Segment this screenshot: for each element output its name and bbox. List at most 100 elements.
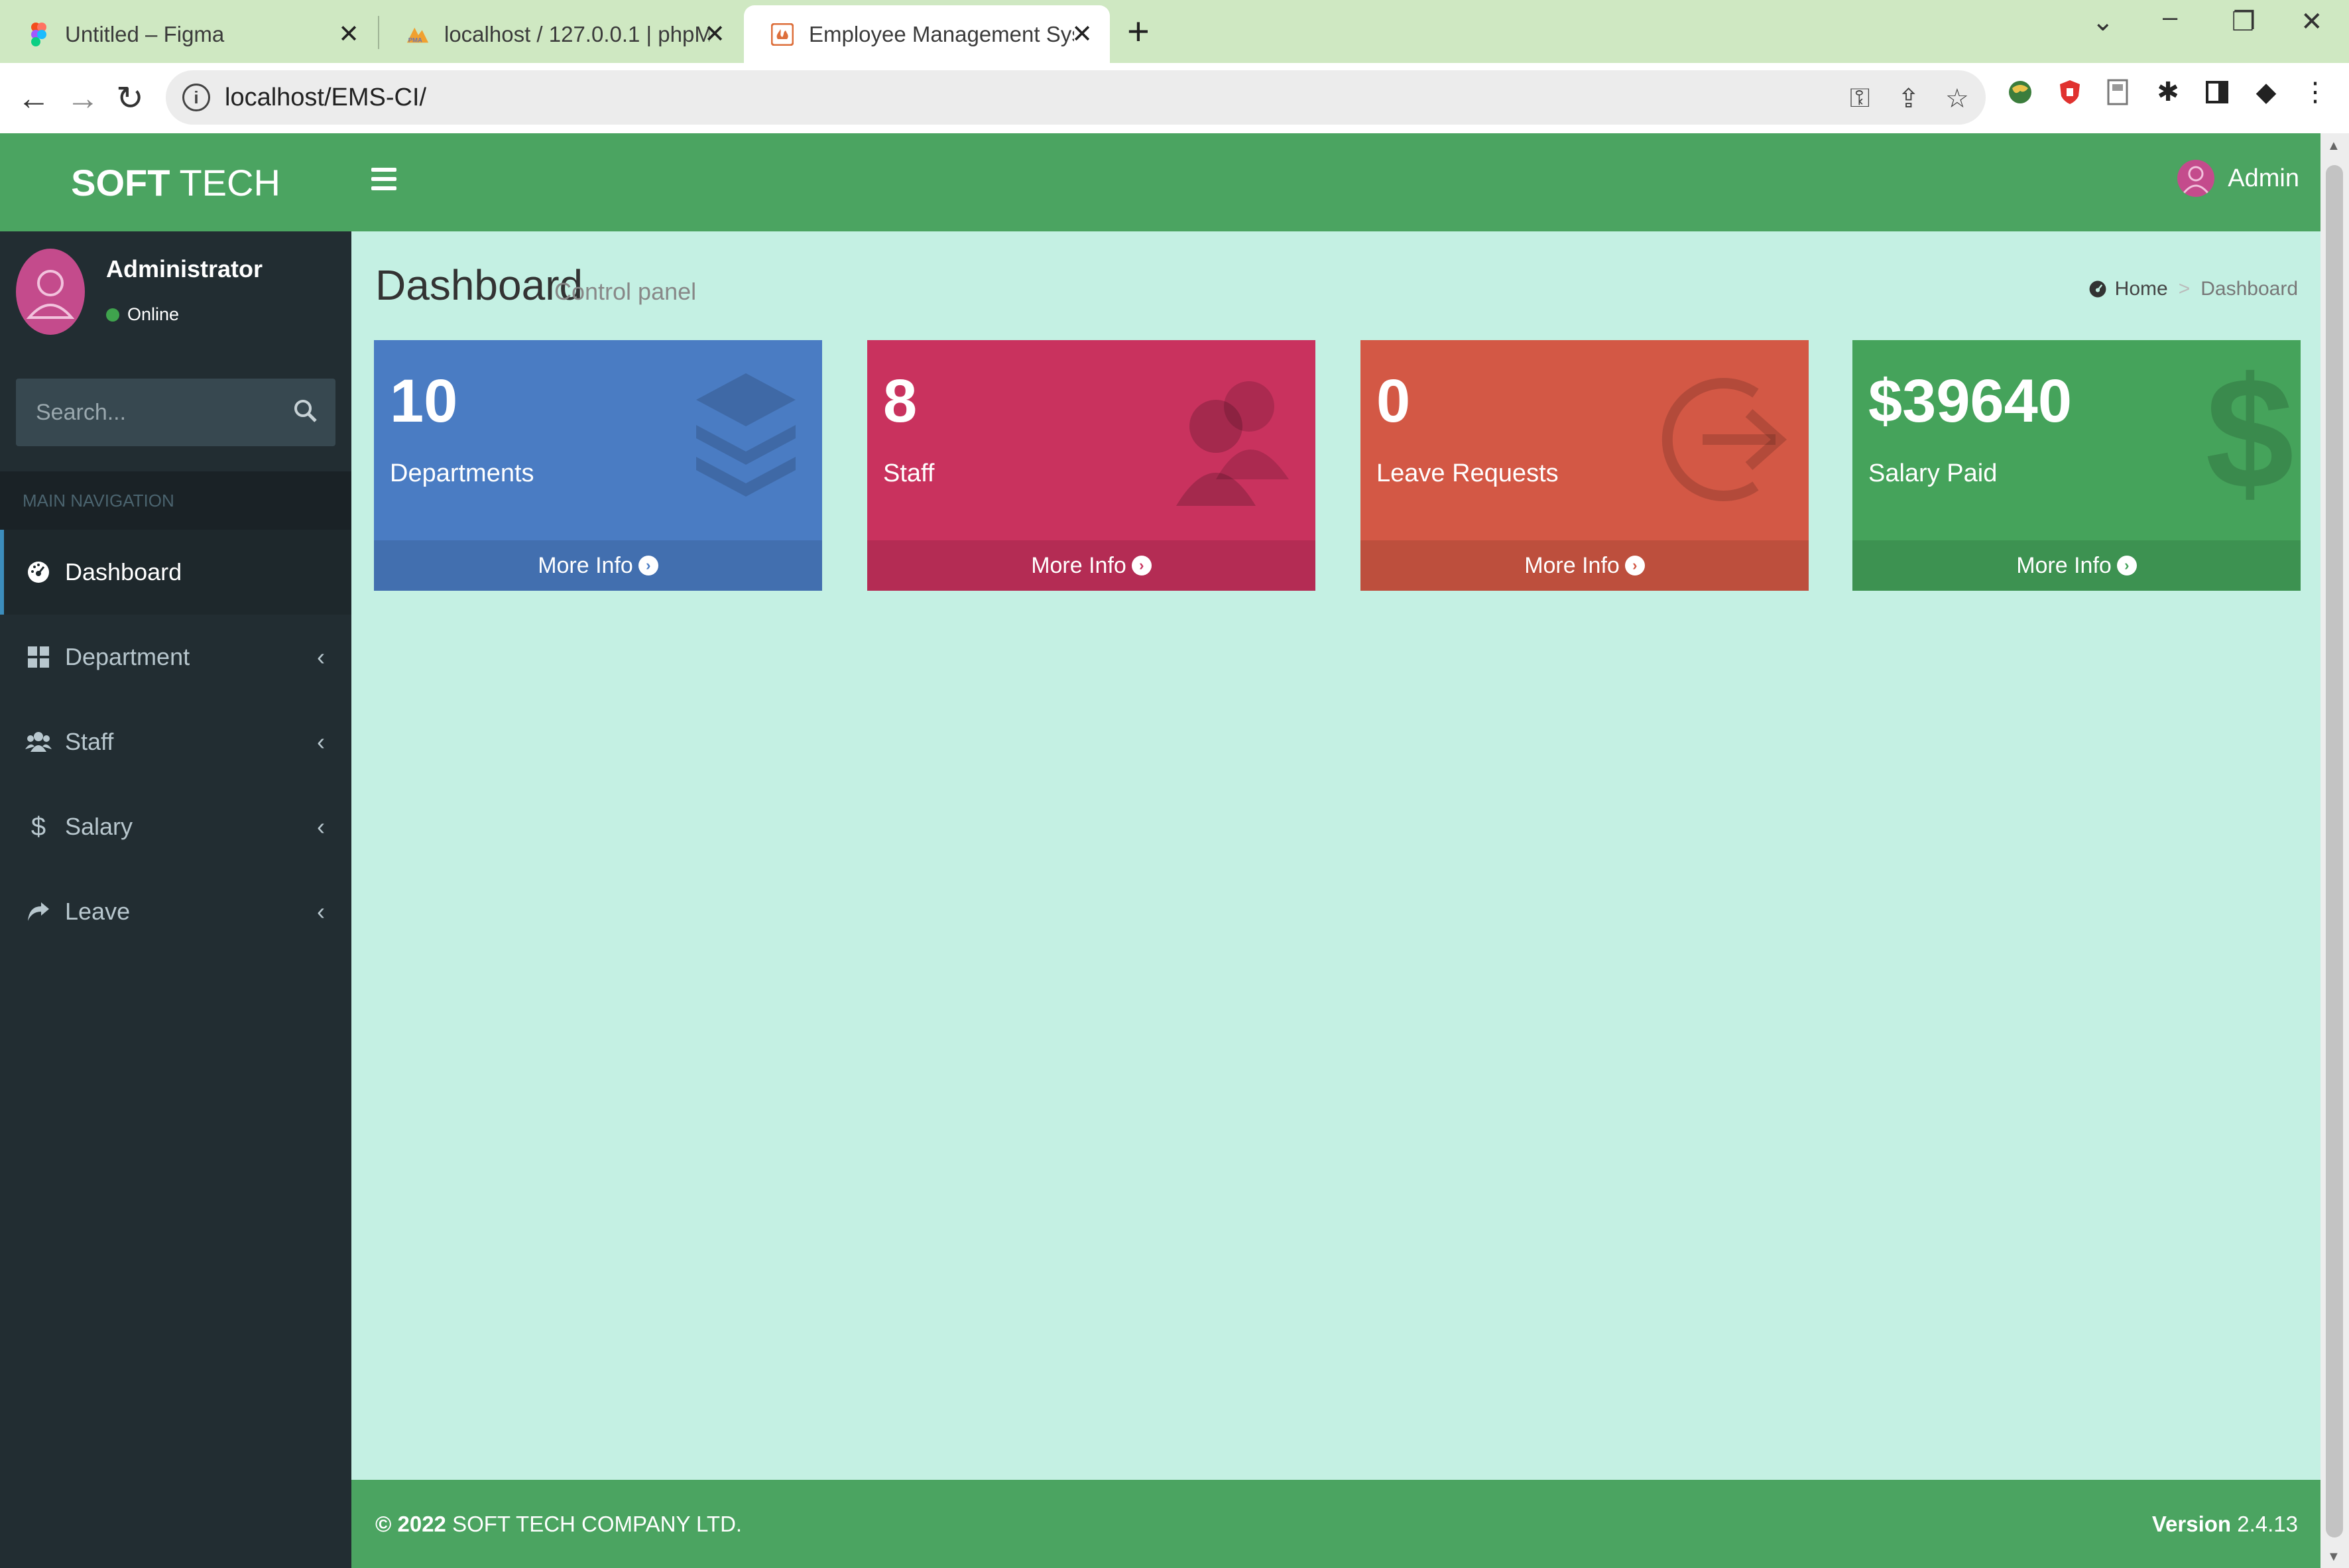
dashboard-icon: [25, 560, 52, 584]
back-icon[interactable]: ←: [17, 79, 50, 117]
status-text: Online: [127, 304, 180, 324]
brand-logo[interactable]: SOFT TECH: [0, 133, 351, 231]
phpmyadmin-icon: PMA: [406, 23, 430, 46]
brand-rest: TECH: [179, 161, 280, 204]
stat-value: 8: [883, 367, 918, 435]
svg-text:PMA: PMA: [408, 36, 422, 44]
extension-shield-icon[interactable]: [2055, 78, 2084, 107]
layers-icon: [690, 367, 802, 509]
sidebar-item-label: Department: [65, 643, 190, 670]
stat-value: 10: [390, 367, 458, 435]
extension-arrow-icon[interactable]: ◆: [2252, 78, 2281, 107]
extension-globe-icon[interactable]: [2006, 78, 2035, 107]
top-navbar: SOFT TECH Admin: [0, 133, 2320, 231]
sidebar-toggle-icon[interactable]: [371, 168, 396, 196]
browser-tab-ems[interactable]: Employee Management System ✕: [744, 5, 1110, 63]
chevron-left-icon: ‹: [317, 728, 325, 755]
breadcrumb-home[interactable]: Home: [2115, 278, 2168, 300]
sidebar-item-department[interactable]: Department ‹: [0, 615, 351, 699]
site-info-icon[interactable]: i: [182, 84, 210, 111]
copyright: © 2022 SOFT TECH COMPANY LTD.: [375, 1512, 742, 1537]
user-menu[interactable]: Admin: [2177, 160, 2299, 197]
more-info-label: More Info: [2016, 552, 2112, 578]
more-info-link[interactable]: More Info ›: [1852, 540, 2301, 591]
restore-button[interactable]: ❐: [2232, 7, 2256, 37]
stat-value: 0: [1376, 367, 1411, 435]
tab-search-icon[interactable]: ⌄: [2092, 7, 2114, 37]
browser-toolbar: ← → ↻ i localhost/EMS-CI/ ⚿ ⇪ ☆ ✱ ◆ ⋮: [0, 63, 2349, 133]
more-info-label: More Info: [1031, 552, 1126, 578]
new-tab-button[interactable]: +: [1127, 9, 1150, 54]
page-subtitle: Control panel: [554, 278, 697, 305]
dollar-icon: $: [2205, 344, 2294, 522]
more-info-link[interactable]: More Info ›: [1360, 540, 1809, 591]
url-text[interactable]: localhost/EMS-CI/: [225, 84, 426, 112]
stat-box-staff: 8 Staff More Info ›: [867, 340, 1315, 591]
stat-label: Salary Paid: [1868, 459, 1998, 487]
sidebar-search: [16, 379, 335, 446]
address-bar[interactable]: i localhost/EMS-CI/ ⚿ ⇪ ☆: [166, 70, 1986, 125]
copyright-company: SOFT TECH COMPANY LTD.: [452, 1512, 743, 1536]
dashboard-icon: [2088, 280, 2107, 298]
sidebar: Administrator Online MAIN NAVIGATION Das…: [0, 231, 351, 1568]
close-tab-icon[interactable]: ✕: [704, 19, 725, 49]
close-window-button[interactable]: ✕: [2301, 7, 2323, 37]
close-tab-icon[interactable]: ✕: [338, 19, 359, 49]
search-input[interactable]: [34, 398, 289, 426]
figma-icon: [27, 22, 50, 46]
arrow-circle-right-icon: ›: [638, 556, 658, 575]
tab-title: Untitled – Figma: [65, 21, 225, 46]
nav-header: MAIN NAVIGATION: [0, 471, 351, 530]
sidebar-item-leave[interactable]: Leave ‹: [0, 869, 351, 954]
search-icon[interactable]: [293, 398, 318, 427]
forward-icon[interactable]: →: [66, 79, 99, 117]
side-panel-icon[interactable]: [2202, 78, 2232, 107]
share-icon[interactable]: ⇪: [1897, 84, 1920, 114]
browser-tab-phpmyadmin[interactable]: PMA localhost / 127.0.0.1 | phpMyAdm ✕: [379, 5, 743, 63]
browser-menu-icon[interactable]: ⋮: [2301, 78, 2330, 107]
sidebar-user-name: Administrator: [106, 255, 263, 282]
browser-tab-figma[interactable]: Untitled – Figma ✕: [0, 5, 377, 63]
version-label: Version: [2151, 1512, 2232, 1536]
close-tab-icon[interactable]: ✕: [1071, 19, 1093, 49]
scroll-up-icon[interactable]: ▲: [2327, 139, 2340, 154]
stat-box-departments: 10 Departments More Info ›: [374, 340, 822, 591]
sidebar-item-label: Leave: [65, 898, 131, 925]
breadcrumb-current: Dashboard: [2200, 278, 2298, 300]
bookmark-star-icon[interactable]: ☆: [1945, 84, 1969, 114]
stat-label: Staff: [883, 459, 935, 487]
breadcrumb: Home > Dashboard: [2088, 278, 2298, 300]
tab-title: localhost / 127.0.0.1 | phpMyAdm: [444, 21, 709, 46]
sidebar-item-salary[interactable]: $ Salary ‹: [0, 784, 351, 869]
extension-page-icon[interactable]: [2103, 78, 2132, 107]
sidebar-item-staff[interactable]: Staff ‹: [0, 699, 351, 784]
tab-title: Employee Management System: [809, 21, 1074, 46]
version-info: Version 2.4.13: [2152, 1512, 2298, 1537]
extensions-puzzle-icon[interactable]: ✱: [2153, 78, 2183, 107]
page-footer: © 2022 SOFT TECH COMPANY LTD. Version 2.…: [351, 1480, 2320, 1568]
users-icon: [1170, 367, 1295, 509]
arrow-circle-right-icon: ›: [2116, 556, 2137, 575]
grid-icon: [25, 646, 52, 668]
minimize-button[interactable]: –: [2163, 3, 2177, 32]
sidebar-item-dashboard[interactable]: Dashboard: [0, 530, 351, 615]
online-dot-icon: [106, 308, 119, 322]
chevron-left-icon: ‹: [317, 813, 325, 840]
user-panel: Administrator Online: [0, 231, 351, 364]
reload-icon[interactable]: ↻: [116, 79, 144, 117]
stat-label: Leave Requests: [1376, 459, 1559, 487]
more-info-link[interactable]: More Info ›: [867, 540, 1315, 591]
app-page: SOFT TECH Admin Administrator Online Sea…: [0, 133, 2320, 1568]
key-icon[interactable]: ⚿: [1850, 84, 1870, 113]
chevron-left-icon: ‹: [317, 898, 325, 925]
more-info-label: More Info: [538, 552, 633, 578]
breadcrumb-separator: >: [2178, 278, 2191, 300]
more-info-link[interactable]: More Info ›: [374, 540, 822, 591]
page-scrollbar[interactable]: ▲ ▼: [2320, 133, 2349, 1568]
sidebar-item-label: Salary: [65, 813, 133, 840]
more-info-label: More Info: [1524, 552, 1620, 578]
scroll-down-icon[interactable]: ▼: [2327, 1549, 2340, 1565]
sidebar-item-label: Staff: [65, 728, 114, 755]
scrollbar-thumb[interactable]: [2326, 165, 2343, 1538]
codeigniter-icon: [770, 23, 794, 46]
